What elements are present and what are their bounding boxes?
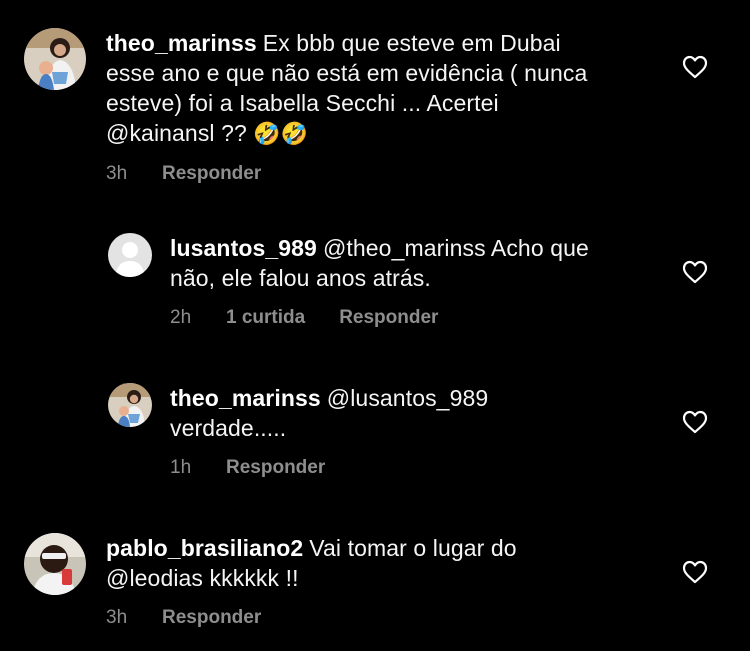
comment-text: pablo_brasiliano2 Vai tomar o lugar do @l… <box>106 533 684 593</box>
comment-line: Ex bbb que esteve em Dubai <box>262 30 561 56</box>
comment-meta: 1h Responder <box>170 457 688 479</box>
laughing-emoji: 🤣🤣 <box>253 121 309 146</box>
reply-button[interactable]: Responder <box>162 607 261 629</box>
comment-text: theo_marinss Ex bbb que esteve em Dubai e… <box>106 28 684 149</box>
comment-username[interactable]: theo_marinss <box>106 30 257 56</box>
comment-line: @kainansl ?? <box>106 120 247 146</box>
avatar[interactable] <box>24 28 86 90</box>
comment-time: 3h <box>106 163 128 184</box>
comment-item: theo_marinss Ex bbb que esteve em Dubai e… <box>24 28 684 185</box>
comment-time: 1h <box>170 457 192 478</box>
comment-item: pablo_brasiliano2 Vai tomar o lugar do @l… <box>24 533 684 629</box>
comment-meta: 3h Responder <box>106 607 684 629</box>
reply-button[interactable]: Responder <box>339 307 438 329</box>
likes-count[interactable]: 1 curtida <box>226 307 305 329</box>
avatar[interactable] <box>108 383 152 427</box>
avatar[interactable] <box>108 233 152 277</box>
comment-line: @leodias kkkkkk !! <box>106 565 299 591</box>
comment-line: @theo_marinss Acho que <box>322 235 589 261</box>
comment-line: não, ele falou anos atrás. <box>170 265 431 291</box>
comment-username[interactable]: theo_marinss <box>170 385 321 411</box>
comment-username[interactable]: pablo_brasiliano2 <box>106 535 303 561</box>
reply-button[interactable]: Responder <box>226 457 325 479</box>
heart-outline-icon[interactable] <box>682 55 708 79</box>
comment-line: @lusantos_989 <box>326 385 489 411</box>
comment-line: esteve) foi a Isabella Secchi ... Acerte… <box>106 90 499 116</box>
reply-comment-item: lusantos_989 @theo_marinss Acho que não, … <box>108 233 688 329</box>
comment-text: theo_marinss @lusantos_989 verdade..... <box>170 383 688 443</box>
heart-outline-icon[interactable] <box>682 560 708 584</box>
reply-button[interactable]: Responder <box>162 163 261 185</box>
comment-meta: 3h Responder <box>106 163 684 185</box>
reply-comment-item: theo_marinss @lusantos_989 verdade..... 1… <box>108 383 688 479</box>
comment-line: Vai tomar o lugar do <box>309 535 517 561</box>
comment-time: 3h <box>106 607 128 628</box>
comment-line: esse ano e que não está em evidência ( n… <box>106 60 588 86</box>
avatar[interactable] <box>24 533 86 595</box>
heart-outline-icon[interactable] <box>682 260 708 284</box>
comment-meta: 2h 1 curtida Responder <box>170 307 688 329</box>
comment-text: lusantos_989 @theo_marinss Acho que não, … <box>170 233 688 293</box>
comment-username[interactable]: lusantos_989 <box>170 235 317 261</box>
heart-outline-icon[interactable] <box>682 410 708 434</box>
comment-time: 2h <box>170 307 192 328</box>
comment-line: verdade..... <box>170 415 287 441</box>
